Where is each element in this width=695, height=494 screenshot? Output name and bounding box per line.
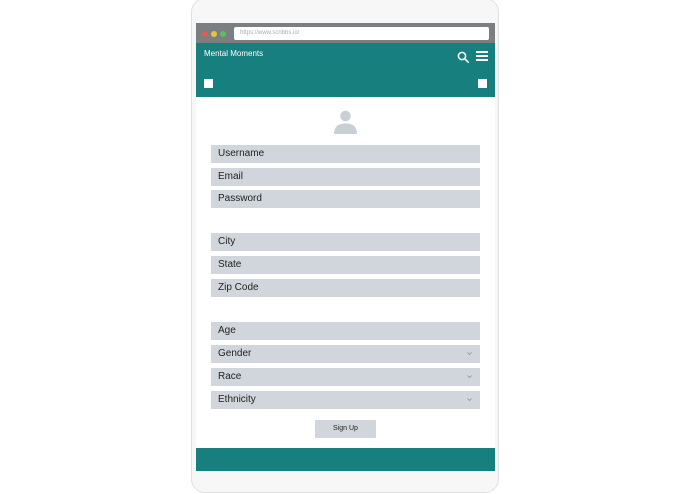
app-footer xyxy=(196,448,495,471)
race-select[interactable]: Race xyxy=(211,368,480,386)
user-avatar-icon xyxy=(334,110,357,134)
ethnicity-select-label: Ethnicity xyxy=(218,394,256,405)
zip-code-input[interactable]: Zip Code xyxy=(211,279,480,297)
close-window-dot[interactable] xyxy=(202,31,208,37)
address-bar[interactable]: https://www.scribbs.io/ xyxy=(234,27,489,40)
app-title: Mental Moments xyxy=(204,49,264,58)
username-input[interactable]: Username xyxy=(211,145,480,163)
chevron-down-icon xyxy=(467,375,472,379)
app-screen: https://www.scribbs.io/ Mental Moments U… xyxy=(196,23,495,471)
chevron-down-icon xyxy=(467,352,472,356)
browser-chrome: https://www.scribbs.io/ xyxy=(196,23,495,43)
age-input[interactable]: Age xyxy=(211,322,480,340)
state-input[interactable]: State xyxy=(211,256,480,274)
sign-up-button[interactable]: Sign Up xyxy=(315,420,376,438)
right-square-icon[interactable] xyxy=(478,79,487,88)
maximize-window-dot[interactable] xyxy=(220,31,226,37)
ethnicity-select[interactable]: Ethnicity xyxy=(211,391,480,409)
password-input[interactable]: Password xyxy=(211,190,480,208)
toolbar xyxy=(196,70,495,97)
minimize-window-dot[interactable] xyxy=(211,31,217,37)
race-select-label: Race xyxy=(218,371,242,382)
gender-select-label: Gender xyxy=(218,348,252,359)
search-icon[interactable] xyxy=(457,51,469,63)
left-square-icon[interactable] xyxy=(204,79,213,88)
chevron-down-icon xyxy=(467,398,472,402)
gender-select[interactable]: Gender xyxy=(211,345,480,363)
email-input[interactable]: Email xyxy=(211,168,480,186)
hamburger-menu-icon[interactable] xyxy=(476,51,488,61)
city-input[interactable]: City xyxy=(211,233,480,251)
